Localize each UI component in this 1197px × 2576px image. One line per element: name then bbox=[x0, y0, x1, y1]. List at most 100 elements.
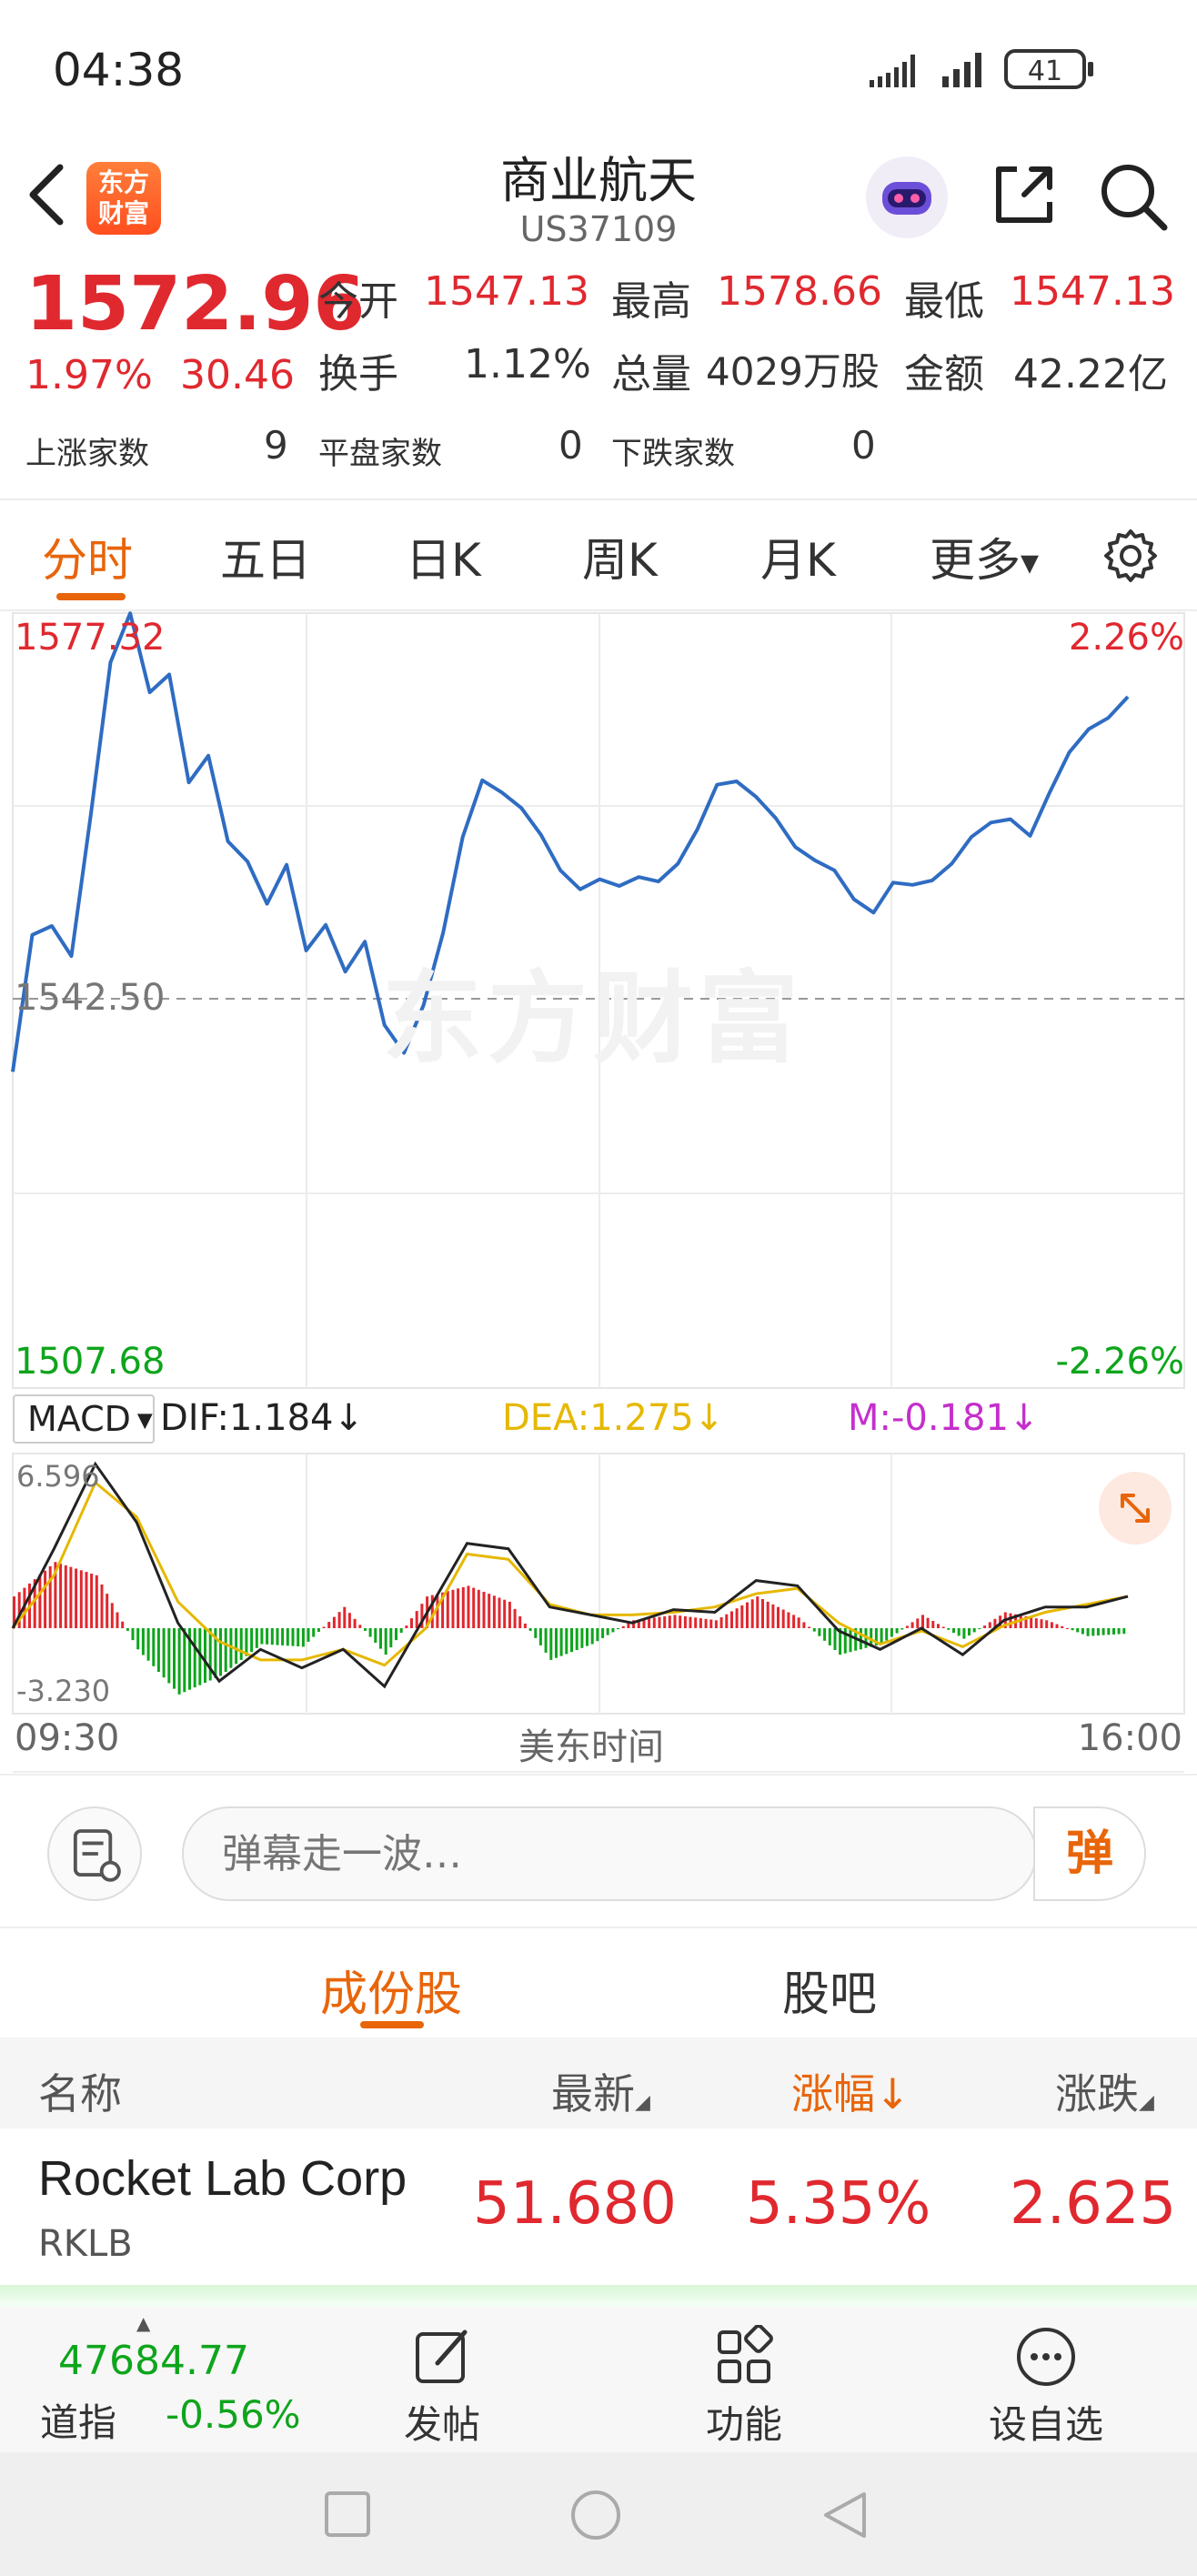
tab-daily-k[interactable]: 日K bbox=[406, 524, 481, 589]
macd-bar bbox=[611, 1628, 615, 1633]
col-change[interactable]: 涨跌◢ bbox=[1055, 2061, 1154, 2121]
macd-bar bbox=[1040, 1619, 1043, 1628]
macd-bar bbox=[890, 1628, 893, 1637]
macd-bar bbox=[781, 1609, 785, 1628]
tab-intraday[interactable]: 分时 bbox=[42, 524, 133, 589]
period-tabs: 分时 五日 日K 周K 月K 更多▼ bbox=[0, 502, 1197, 611]
macd-bar bbox=[364, 1628, 367, 1631]
macd-bar bbox=[709, 1619, 713, 1628]
down-count: 0 bbox=[851, 423, 876, 468]
assistant-robot-icon[interactable] bbox=[866, 156, 948, 238]
macd-bar bbox=[136, 1628, 140, 1650]
search-icon[interactable] bbox=[1097, 160, 1170, 233]
macd-bar bbox=[498, 1597, 501, 1628]
macd-bar bbox=[590, 1628, 594, 1645]
index-ticker[interactable]: ▲ 47684.77 道指 -0.56% bbox=[0, 2307, 309, 2452]
macd-bar bbox=[1096, 1628, 1100, 1635]
indicator-select[interactable]: MACD ▼ bbox=[13, 1394, 155, 1444]
macd-bar bbox=[931, 1621, 935, 1628]
macd-bar bbox=[121, 1621, 125, 1628]
tab-more[interactable]: 更多▼ bbox=[930, 524, 1039, 589]
row-pct: 5.35% bbox=[746, 2170, 931, 2238]
dif-value: DIF:1.184↓ bbox=[160, 1397, 365, 1439]
col-pct[interactable]: 涨幅↓ bbox=[791, 2061, 910, 2121]
macd-bar bbox=[276, 1628, 279, 1645]
macd-bar bbox=[523, 1623, 527, 1628]
header: 东方 财富 商业航天 US37109 bbox=[0, 136, 1197, 268]
macd-bar bbox=[905, 1625, 909, 1628]
macd-bar bbox=[461, 1586, 465, 1628]
macd-bar bbox=[988, 1622, 991, 1628]
macd-bar bbox=[962, 1628, 966, 1639]
edit-icon bbox=[416, 2329, 468, 2383]
high-value: 1578.66 bbox=[717, 268, 882, 315]
m-value: M:-0.181↓ bbox=[848, 1397, 1040, 1439]
macd-bar bbox=[235, 1628, 238, 1665]
tab-forum[interactable]: 股吧 bbox=[782, 1956, 877, 2024]
macd-bar bbox=[141, 1628, 145, 1655]
change-value: 30.46 bbox=[180, 352, 295, 398]
turnover-label: 换手 bbox=[318, 351, 398, 397]
macd-bar bbox=[219, 1628, 222, 1676]
macd-bar bbox=[379, 1628, 382, 1649]
status-bar: 04:38 41 bbox=[0, 0, 1197, 136]
back-nav-icon[interactable] bbox=[819, 2489, 871, 2541]
macd-bar bbox=[586, 1628, 588, 1646]
recents-icon[interactable] bbox=[324, 2490, 371, 2538]
price-chart[interactable] bbox=[0, 611, 1197, 1774]
macd-bar bbox=[885, 1628, 889, 1641]
macd-bar bbox=[978, 1628, 981, 1629]
macd-bar bbox=[565, 1628, 568, 1655]
tab-constituents[interactable]: 成份股 bbox=[320, 1956, 462, 2024]
macd-bar bbox=[730, 1611, 733, 1628]
macd-bar bbox=[389, 1628, 393, 1648]
volume-label: 总量 bbox=[611, 351, 691, 397]
table-row[interactable]: Rocket Lab Corp RKLB 51.680 5.35% 2.625 bbox=[0, 2128, 1197, 2288]
macd-bar bbox=[410, 1618, 413, 1628]
macd-bar bbox=[100, 1585, 104, 1628]
macd-min-label: -3.230 bbox=[16, 1674, 111, 1708]
functions-button[interactable]: 功能 bbox=[653, 2325, 835, 2450]
macd-bar bbox=[270, 1628, 274, 1645]
expand-icon[interactable] bbox=[1097, 1470, 1173, 1546]
macd-bar bbox=[544, 1628, 548, 1653]
macd-bar bbox=[895, 1628, 899, 1634]
macd-bar bbox=[1030, 1617, 1033, 1628]
macd-bar bbox=[937, 1624, 940, 1628]
macd-bar bbox=[126, 1628, 129, 1631]
macd-bar bbox=[1076, 1628, 1080, 1633]
low-value: 1547.13 bbox=[1010, 268, 1175, 315]
tab-monthly-k[interactable]: 月K bbox=[760, 524, 836, 589]
time-zone-label: 美东时间 bbox=[518, 1726, 664, 1768]
grid-icon bbox=[718, 2325, 773, 2383]
macd-bar bbox=[110, 1603, 114, 1628]
macd-bar bbox=[343, 1606, 347, 1628]
add-watchlist-button[interactable]: 设自选 bbox=[955, 2325, 1137, 2450]
settings-gear-icon[interactable] bbox=[1102, 528, 1159, 584]
macd-bar bbox=[1050, 1622, 1053, 1628]
macd-histogram bbox=[13, 1562, 1126, 1695]
macd-bar bbox=[208, 1628, 212, 1681]
macd-bar bbox=[1045, 1620, 1049, 1628]
open-value: 1547.13 bbox=[424, 268, 589, 315]
macd-bar bbox=[528, 1628, 532, 1631]
row-change: 2.625 bbox=[1010, 2170, 1177, 2238]
share-icon[interactable] bbox=[990, 160, 1059, 229]
home-icon[interactable] bbox=[569, 2489, 622, 2541]
macd-bar bbox=[1034, 1618, 1038, 1628]
col-name[interactable]: 名称 bbox=[38, 2061, 122, 2121]
macd-bar bbox=[183, 1628, 186, 1693]
macd-bar bbox=[395, 1628, 397, 1641]
tab-weekly-k[interactable]: 周K bbox=[582, 524, 658, 589]
post-button[interactable]: 发帖 bbox=[351, 2325, 533, 2450]
danmu-send-button[interactable]: 弹 bbox=[1033, 1806, 1146, 1901]
up-count: 9 bbox=[264, 423, 288, 468]
danmu-input[interactable] bbox=[182, 1806, 1037, 1901]
macd-header: MACD ▼ DIF:1.184↓ DEA:1.275↓ M:-0.181↓ bbox=[0, 1392, 1197, 1446]
tab-five-day[interactable]: 五日 bbox=[220, 524, 311, 589]
col-last[interactable]: 最新◢ bbox=[551, 2061, 650, 2121]
notes-icon[interactable] bbox=[47, 1806, 142, 1901]
macd-bar bbox=[719, 1617, 723, 1628]
macd-bar bbox=[106, 1594, 109, 1628]
more-circle-icon bbox=[1017, 2328, 1075, 2386]
